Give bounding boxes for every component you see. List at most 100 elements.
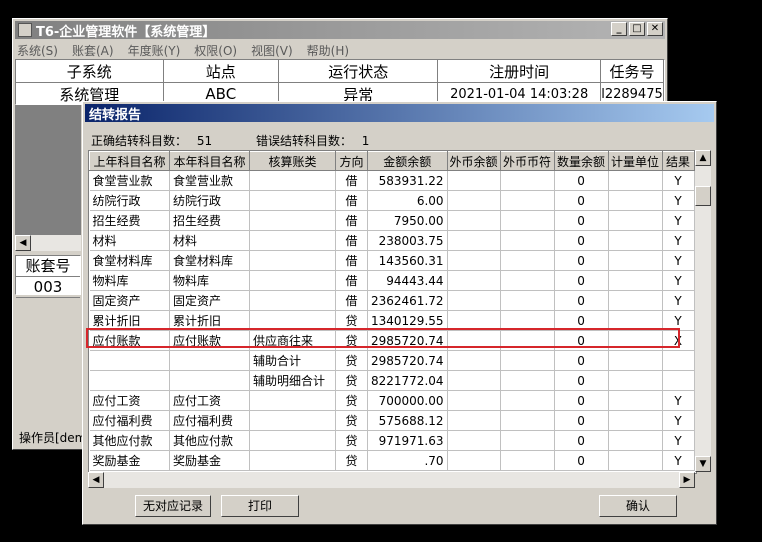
cell-fc-balance <box>447 450 501 471</box>
close-button[interactable]: ✕ <box>647 22 663 36</box>
menu-account[interactable]: 账套(A) <box>72 42 114 59</box>
menu-help[interactable]: 帮助(H) <box>307 42 349 59</box>
table-row[interactable]: 材料 材料 借 238003.75 0 Y <box>89 230 695 251</box>
cell-direction: 贷 <box>335 330 368 351</box>
table-row[interactable]: 辅助合计贷 2985720.74 0 <box>89 350 695 371</box>
left-scrollbar[interactable]: ◀ <box>15 235 81 251</box>
horizontal-scrollbar[interactable]: ◀ ▶ <box>88 472 695 488</box>
cell-aux-type <box>249 310 336 331</box>
main-title: T6-企业管理软件【系统管理】 <box>36 24 216 40</box>
col-qty-balance[interactable]: 数量余额 <box>553 151 609 171</box>
table-row[interactable]: 其他应付款 其他应付款 贷 971971.63 0 Y <box>89 430 695 451</box>
col-fc-symbol[interactable]: 外币币符 <box>499 151 555 171</box>
col-run-status[interactable]: 运行状态 <box>278 60 439 83</box>
print-button[interactable]: 打印 <box>221 495 299 517</box>
cell-fc-symbol <box>500 230 555 251</box>
cell-qty-balance: 0 <box>554 410 609 431</box>
cell-fc-balance <box>447 170 501 191</box>
col-task-id[interactable]: 任务号 <box>600 60 664 83</box>
cell-unit <box>608 350 663 371</box>
cell-fc-symbol <box>500 170 555 191</box>
col-direction[interactable]: 方向 <box>335 151 368 171</box>
cell-fc-balance <box>447 190 501 211</box>
col-subsystem[interactable]: 子系统 <box>16 60 164 83</box>
table-row[interactable]: 食堂材料库 食堂材料库 借 143560.31 0 Y <box>89 250 695 271</box>
cell-aux-type <box>249 170 336 191</box>
table-row[interactable]: 奖励基金 奖励基金 贷 .70 0 Y <box>89 450 695 471</box>
scroll-up-icon[interactable]: ▲ <box>695 150 711 166</box>
table-row[interactable]: 物料库 物料库 借 94443.44 0 Y <box>89 270 695 291</box>
cell-result: Y <box>662 290 695 311</box>
col-result[interactable]: 结果 <box>661 151 695 171</box>
col-prev-account[interactable]: 上年科目名称 <box>89 151 170 171</box>
cell-amount: 2985720.74 <box>367 350 448 371</box>
col-site[interactable]: 站点 <box>163 60 280 83</box>
cell-fc-symbol <box>500 410 555 431</box>
cell-qty-balance: 0 <box>554 190 609 211</box>
cell-curr-account: 物料库 <box>169 270 250 291</box>
table-row[interactable]: 累计折旧 累计折旧 贷 1340129.55 0 Y <box>89 310 695 331</box>
table-row[interactable]: 纺院行政 纺院行政 借 6.00 0 Y <box>89 190 695 211</box>
cell-direction: 贷 <box>335 430 368 451</box>
cell-result: Y <box>662 190 695 211</box>
scroll-left-icon[interactable]: ◀ <box>15 235 31 251</box>
cell-curr-account: 其他应付款 <box>169 430 250 451</box>
menu-permission[interactable]: 权限(O) <box>194 42 237 59</box>
table-row[interactable]: 招生经费 招生经费 借 7950.00 0 Y <box>89 210 695 231</box>
table-row[interactable]: 应付工资 应付工资 贷 700000.00 0 Y <box>89 390 695 411</box>
cell-result: Y <box>662 230 695 251</box>
cell-curr-account: 应付账款 <box>169 330 250 351</box>
col-amount[interactable]: 金额余额 <box>367 151 448 171</box>
cell-unit <box>608 190 663 211</box>
cell-prev-account: 累计折旧 <box>89 310 170 331</box>
col-unit[interactable]: 计量单位 <box>607 151 663 171</box>
cell-aux-type <box>249 230 336 251</box>
no-match-button[interactable]: 无对应记录 <box>135 495 211 517</box>
cell-curr-account: 应付工资 <box>169 390 250 411</box>
cell-qty-balance: 0 <box>554 290 609 311</box>
scroll-left-icon[interactable]: ◀ <box>88 472 104 488</box>
cell-qty-balance: 0 <box>554 430 609 451</box>
cell-amount: 7950.00 <box>367 210 448 231</box>
cell-prev-account: 招生经费 <box>89 210 170 231</box>
cell-aux-type <box>249 410 336 431</box>
menu-year[interactable]: 年度账(Y) <box>128 42 181 59</box>
account-value[interactable]: 003 <box>16 277 80 298</box>
cell-result: Y <box>662 450 695 471</box>
cell-fc-balance <box>447 430 501 451</box>
menu-view[interactable]: 视图(V) <box>251 42 293 59</box>
cell-fc-symbol <box>500 210 555 231</box>
cell-prev-account: 纺院行政 <box>89 190 170 211</box>
cell-prev-account: 固定资产 <box>89 290 170 311</box>
report-grid[interactable]: 上年科目名称 本年科目名称 核算账类 方向 金额余额 外币余额 外币币符 数量余额 计量单位 结果… <box>88 150 697 474</box>
col-register-time[interactable]: 注册时间 <box>437 60 601 83</box>
vertical-scrollbar[interactable]: ▲ ▼ <box>695 150 711 472</box>
table-row[interactable]: 应付福利费 应付福利费 贷 575688.12 0 Y <box>89 410 695 431</box>
cell-fc-balance <box>447 370 501 391</box>
dialog-titlebar: 结转报告 <box>85 104 714 123</box>
cell-aux-type <box>249 190 336 211</box>
col-curr-account[interactable]: 本年科目名称 <box>169 151 250 171</box>
grid-header: 上年科目名称 本年科目名称 核算账类 方向 金额余额 外币余额 外币币符 数量余额 计量单位 结果 <box>89 151 695 171</box>
menu-system[interactable]: 系统(S) <box>17 42 58 59</box>
table-row[interactable]: 辅助明细合计贷 8221772.04 0 <box>89 370 695 391</box>
table-row[interactable]: 应付账款 应付账款 供应商往来贷 2985720.74 0 X <box>89 330 695 351</box>
left-pane <box>15 105 81 235</box>
scroll-down-icon[interactable]: ▼ <box>695 456 711 472</box>
cell-unit <box>608 310 663 331</box>
cell-qty-balance: 0 <box>554 230 609 251</box>
col-aux-type[interactable]: 核算账类 <box>249 151 336 171</box>
cell-fc-balance <box>447 350 501 371</box>
cell-aux-type <box>249 290 336 311</box>
minimize-button[interactable]: _ <box>611 22 627 36</box>
table-row[interactable]: 固定资产 固定资产 借 2362461.72 0 Y <box>89 290 695 311</box>
col-fc-balance[interactable]: 外币余额 <box>446 151 501 171</box>
scroll-thumb[interactable] <box>695 186 711 206</box>
scroll-right-icon[interactable]: ▶ <box>679 472 695 488</box>
table-row[interactable]: 食堂营业款 食堂营业款 借 583931.22 0 Y <box>89 170 695 191</box>
cell-direction: 贷 <box>335 410 368 431</box>
cell-qty-balance: 0 <box>554 370 609 391</box>
cell-fc-balance <box>447 330 501 351</box>
maximize-button[interactable]: □ <box>629 22 645 36</box>
confirm-button[interactable]: 确认 <box>599 495 677 517</box>
